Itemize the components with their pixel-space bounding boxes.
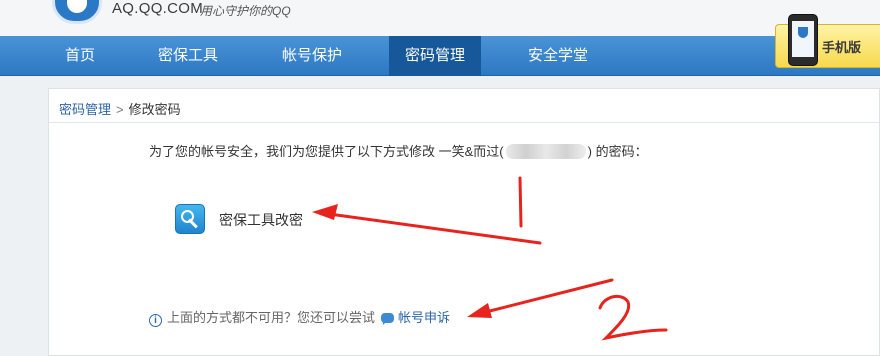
account-appeal-link[interactable]: 帐号申诉 <box>398 310 450 325</box>
alternative-hint: i 上面的方式都不可用？您还可以尝试 帐号申诉 <box>149 307 450 327</box>
site-logo-text[interactable]: AQ.QQ.COM <box>112 0 203 17</box>
breadcrumb-current: 修改密码 <box>128 102 181 117</box>
blurred-account-number <box>505 144 586 159</box>
breadcrumb-separator: > <box>116 102 124 117</box>
mobile-version-label: 手机版 <box>822 40 862 55</box>
security-tool-change-password-link[interactable]: 密保工具改密 <box>219 210 303 230</box>
nav-item-account-protection[interactable]: 帐号保护 <box>266 36 358 76</box>
nav-item-security-tools[interactable]: 密保工具 <box>142 36 234 76</box>
intro-suffix: ) 的密码： <box>587 144 648 159</box>
hint-text: 上面的方式都不可用？您还可以尝试 <box>167 310 376 325</box>
qq-security-logo-icon[interactable] <box>52 0 102 24</box>
site-slogan: 用心守护你的QQ <box>200 4 291 18</box>
top-bar: AQ.QQ.COM 用心守护你的QQ <box>0 0 880 36</box>
intro-text: 为了您的帐号安全，我们为您提供了以下方式修改 一笑&而过( ) 的密码： <box>149 141 648 160</box>
content-panel: 密码管理 > 修改密码 为了您的帐号安全，我们为您提供了以下方式修改 一笑&而过()… <box>48 88 880 356</box>
info-icon: i <box>149 314 162 327</box>
breadcrumb-divider <box>49 122 879 123</box>
nav-item-password-management[interactable]: 密码管理 <box>389 36 481 76</box>
breadcrumb-parent-link[interactable]: 密码管理 <box>59 102 111 117</box>
phone-screen-shield-icon <box>792 21 814 57</box>
breadcrumb: 密码管理 > 修改密码 <box>59 99 181 118</box>
key-icon[interactable] <box>175 204 205 234</box>
intro-prefix: 为了您的帐号安全，我们为您提供了以下方式修改 一笑&而过( <box>149 144 504 159</box>
nav-item-home[interactable]: 首页 <box>42 36 118 76</box>
chat-bubble-icon <box>381 313 395 325</box>
phone-icon[interactable] <box>788 14 818 66</box>
main-nav: 首页 密保工具 帐号保护 密码管理 安全学堂 <box>0 36 880 76</box>
nav-item-security-school[interactable]: 安全学堂 <box>512 36 604 76</box>
